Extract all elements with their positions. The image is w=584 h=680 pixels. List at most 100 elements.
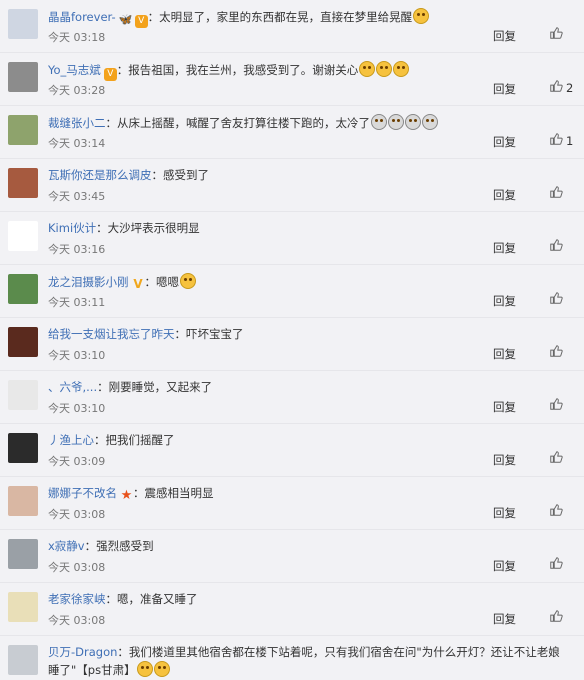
verified-v-icon: V	[133, 277, 143, 291]
thumbs-up-icon	[549, 238, 563, 255]
username-link[interactable]: 给我一支烟让我忘了昨天	[48, 327, 175, 341]
like-button[interactable]	[549, 503, 574, 520]
timestamp: 今天 03:08	[48, 508, 106, 521]
thumbs-up-icon	[549, 132, 563, 149]
reply-button[interactable]: 回复	[493, 505, 516, 521]
username-link[interactable]: Yo_马志斌	[48, 63, 101, 77]
like-button[interactable]	[549, 26, 574, 43]
reply-button[interactable]: 回复	[493, 452, 516, 468]
comment-text: ：嗯嗯	[144, 275, 180, 289]
reply-button[interactable]: 回复	[493, 81, 516, 97]
username-link[interactable]: 裁缝张小二	[48, 116, 106, 130]
username-link[interactable]: 晶晶forever-	[48, 10, 116, 24]
comment-item: 丿渔上心：把我们摇醒了今天 03:09 回复	[0, 424, 584, 477]
like-count: 1	[566, 133, 574, 148]
comment-item: 龙之泪摄影小刚 V ：嗯嗯今天 03:11 回复	[0, 265, 584, 318]
vip-badge-icon: V	[134, 15, 148, 28]
username-link[interactable]: 、六爷,...	[48, 380, 97, 394]
avatar[interactable]	[8, 645, 38, 675]
username-link[interactable]: x寂静v	[48, 539, 85, 553]
comment-text: ：感受到了	[151, 168, 210, 182]
comment-text: ：嗯，准备又睡了	[105, 592, 198, 606]
username-link[interactable]: 贝万-Dragon	[48, 645, 117, 659]
avatar[interactable]	[8, 62, 38, 92]
reply-button[interactable]: 回复	[493, 399, 516, 415]
comment-item: 晶晶forever- 🦋 V ：太明显了，家里的东西都在晃，直接在梦里给晃醒 今天 03…	[0, 0, 584, 53]
username-link[interactable]: Kimi伙计	[48, 221, 96, 235]
comment-item: 娜娜子不改名 ★：震感相当明显今天 03:08 回复	[0, 477, 584, 530]
like-button[interactable]	[549, 609, 574, 626]
avatar[interactable]	[8, 433, 38, 463]
username-link[interactable]: 瓦斯你还是那么调皮	[48, 168, 152, 182]
reply-button[interactable]: 回复	[493, 187, 516, 203]
username-link[interactable]: 丿渔上心	[48, 433, 94, 447]
emoji-icon	[136, 661, 153, 677]
avatar[interactable]	[8, 221, 38, 251]
like-button[interactable]: 2	[549, 79, 574, 96]
like-button[interactable]	[549, 556, 574, 573]
reply-button[interactable]: 回复	[493, 293, 516, 309]
thumbs-up-icon	[549, 503, 563, 520]
thumbs-up-icon	[549, 185, 563, 202]
reply-button[interactable]: 回复	[493, 28, 516, 44]
reply-button[interactable]: 回复	[493, 240, 516, 256]
like-button[interactable]	[549, 450, 574, 467]
emoji-icon	[413, 8, 430, 24]
timestamp: 今天 03:08	[48, 614, 106, 627]
comment-text: ：刚要睡觉，又起来了	[97, 380, 213, 394]
star-badge-icon: ★	[120, 488, 133, 503]
comment-text: ：我们楼道里其他宿舍都在楼下站着呢，只有我们宿舍在问"为什么开灯？还让不让老娘睡…	[48, 645, 560, 677]
comment-item: 贝万-Dragon：我们楼道里其他宿舍都在楼下站着呢，只有我们宿舍在问"为什么开…	[0, 636, 584, 680]
avatar[interactable]	[8, 327, 38, 357]
thumbs-up-icon	[549, 556, 563, 573]
reply-button[interactable]: 回复	[493, 134, 516, 150]
avatar[interactable]	[8, 380, 38, 410]
thumbs-up-icon	[549, 344, 563, 361]
emoji-icon	[359, 61, 376, 77]
like-button[interactable]	[549, 291, 574, 308]
timestamp: 今天 03:10	[48, 402, 106, 415]
comment-text: ：大沙坪表示很明显	[96, 221, 200, 235]
like-button[interactable]: 1	[549, 132, 574, 149]
thumbs-up-icon	[549, 26, 563, 43]
timestamp: 今天 03:09	[48, 455, 106, 468]
timestamp: 今天 03:28	[48, 84, 106, 97]
avatar[interactable]	[8, 274, 38, 304]
username-link[interactable]: 龙之泪摄影小刚	[48, 275, 129, 289]
timestamp: 今天 03:14	[48, 137, 106, 150]
emoji-icon	[388, 114, 404, 130]
timestamp: 今天 03:11	[48, 296, 106, 309]
avatar[interactable]	[8, 592, 38, 622]
emoji-icon	[180, 273, 196, 289]
comment-text: ：把我们摇醒了	[94, 433, 175, 447]
like-button[interactable]	[549, 344, 574, 361]
emoji-icon	[371, 114, 387, 130]
username-link[interactable]: 娜娜子不改名	[48, 486, 117, 500]
comment-text: ：震感相当明显	[133, 486, 214, 500]
avatar[interactable]	[8, 168, 38, 198]
avatar[interactable]	[8, 115, 38, 145]
comment-item: 裁缝张小二：从床上摇醒，喊醒了舍友打算往楼下跑的，太冷了 今天 03:14 回复 1	[0, 106, 584, 159]
comment-text: ：强烈感受到	[84, 539, 154, 553]
comment-item: x寂静v：强烈感受到 今天 03:08 回复	[0, 530, 584, 583]
avatar[interactable]	[8, 539, 38, 569]
like-button[interactable]	[549, 238, 574, 255]
like-button[interactable]	[549, 397, 574, 414]
vip-badge-icon: V	[103, 68, 117, 81]
reply-button[interactable]: 回复	[493, 558, 516, 574]
reply-button[interactable]: 回复	[493, 611, 516, 627]
like-count: 2	[566, 80, 574, 95]
emoji-icon	[153, 661, 170, 677]
username-link[interactable]: 老家徐家峡	[48, 592, 106, 606]
emoji-icon	[376, 61, 393, 77]
comment-item: 给我一支烟让我忘了昨天：吓坏宝宝了 今天 03:10 回复	[0, 318, 584, 371]
timestamp: 今天 03:45	[48, 190, 106, 203]
avatar[interactable]	[8, 486, 38, 516]
timestamp: 今天 03:10	[48, 349, 106, 362]
avatar[interactable]	[8, 9, 38, 39]
thumbs-up-icon	[549, 450, 563, 467]
comment-list: 晶晶forever- 🦋 V ：太明显了，家里的东西都在晃，直接在梦里给晃醒 今天 03…	[0, 0, 584, 680]
reply-button[interactable]: 回复	[493, 346, 516, 362]
comment-item: Kimi伙计：大沙坪表示很明显 今天 03:16 回复	[0, 212, 584, 265]
like-button[interactable]	[549, 185, 574, 202]
